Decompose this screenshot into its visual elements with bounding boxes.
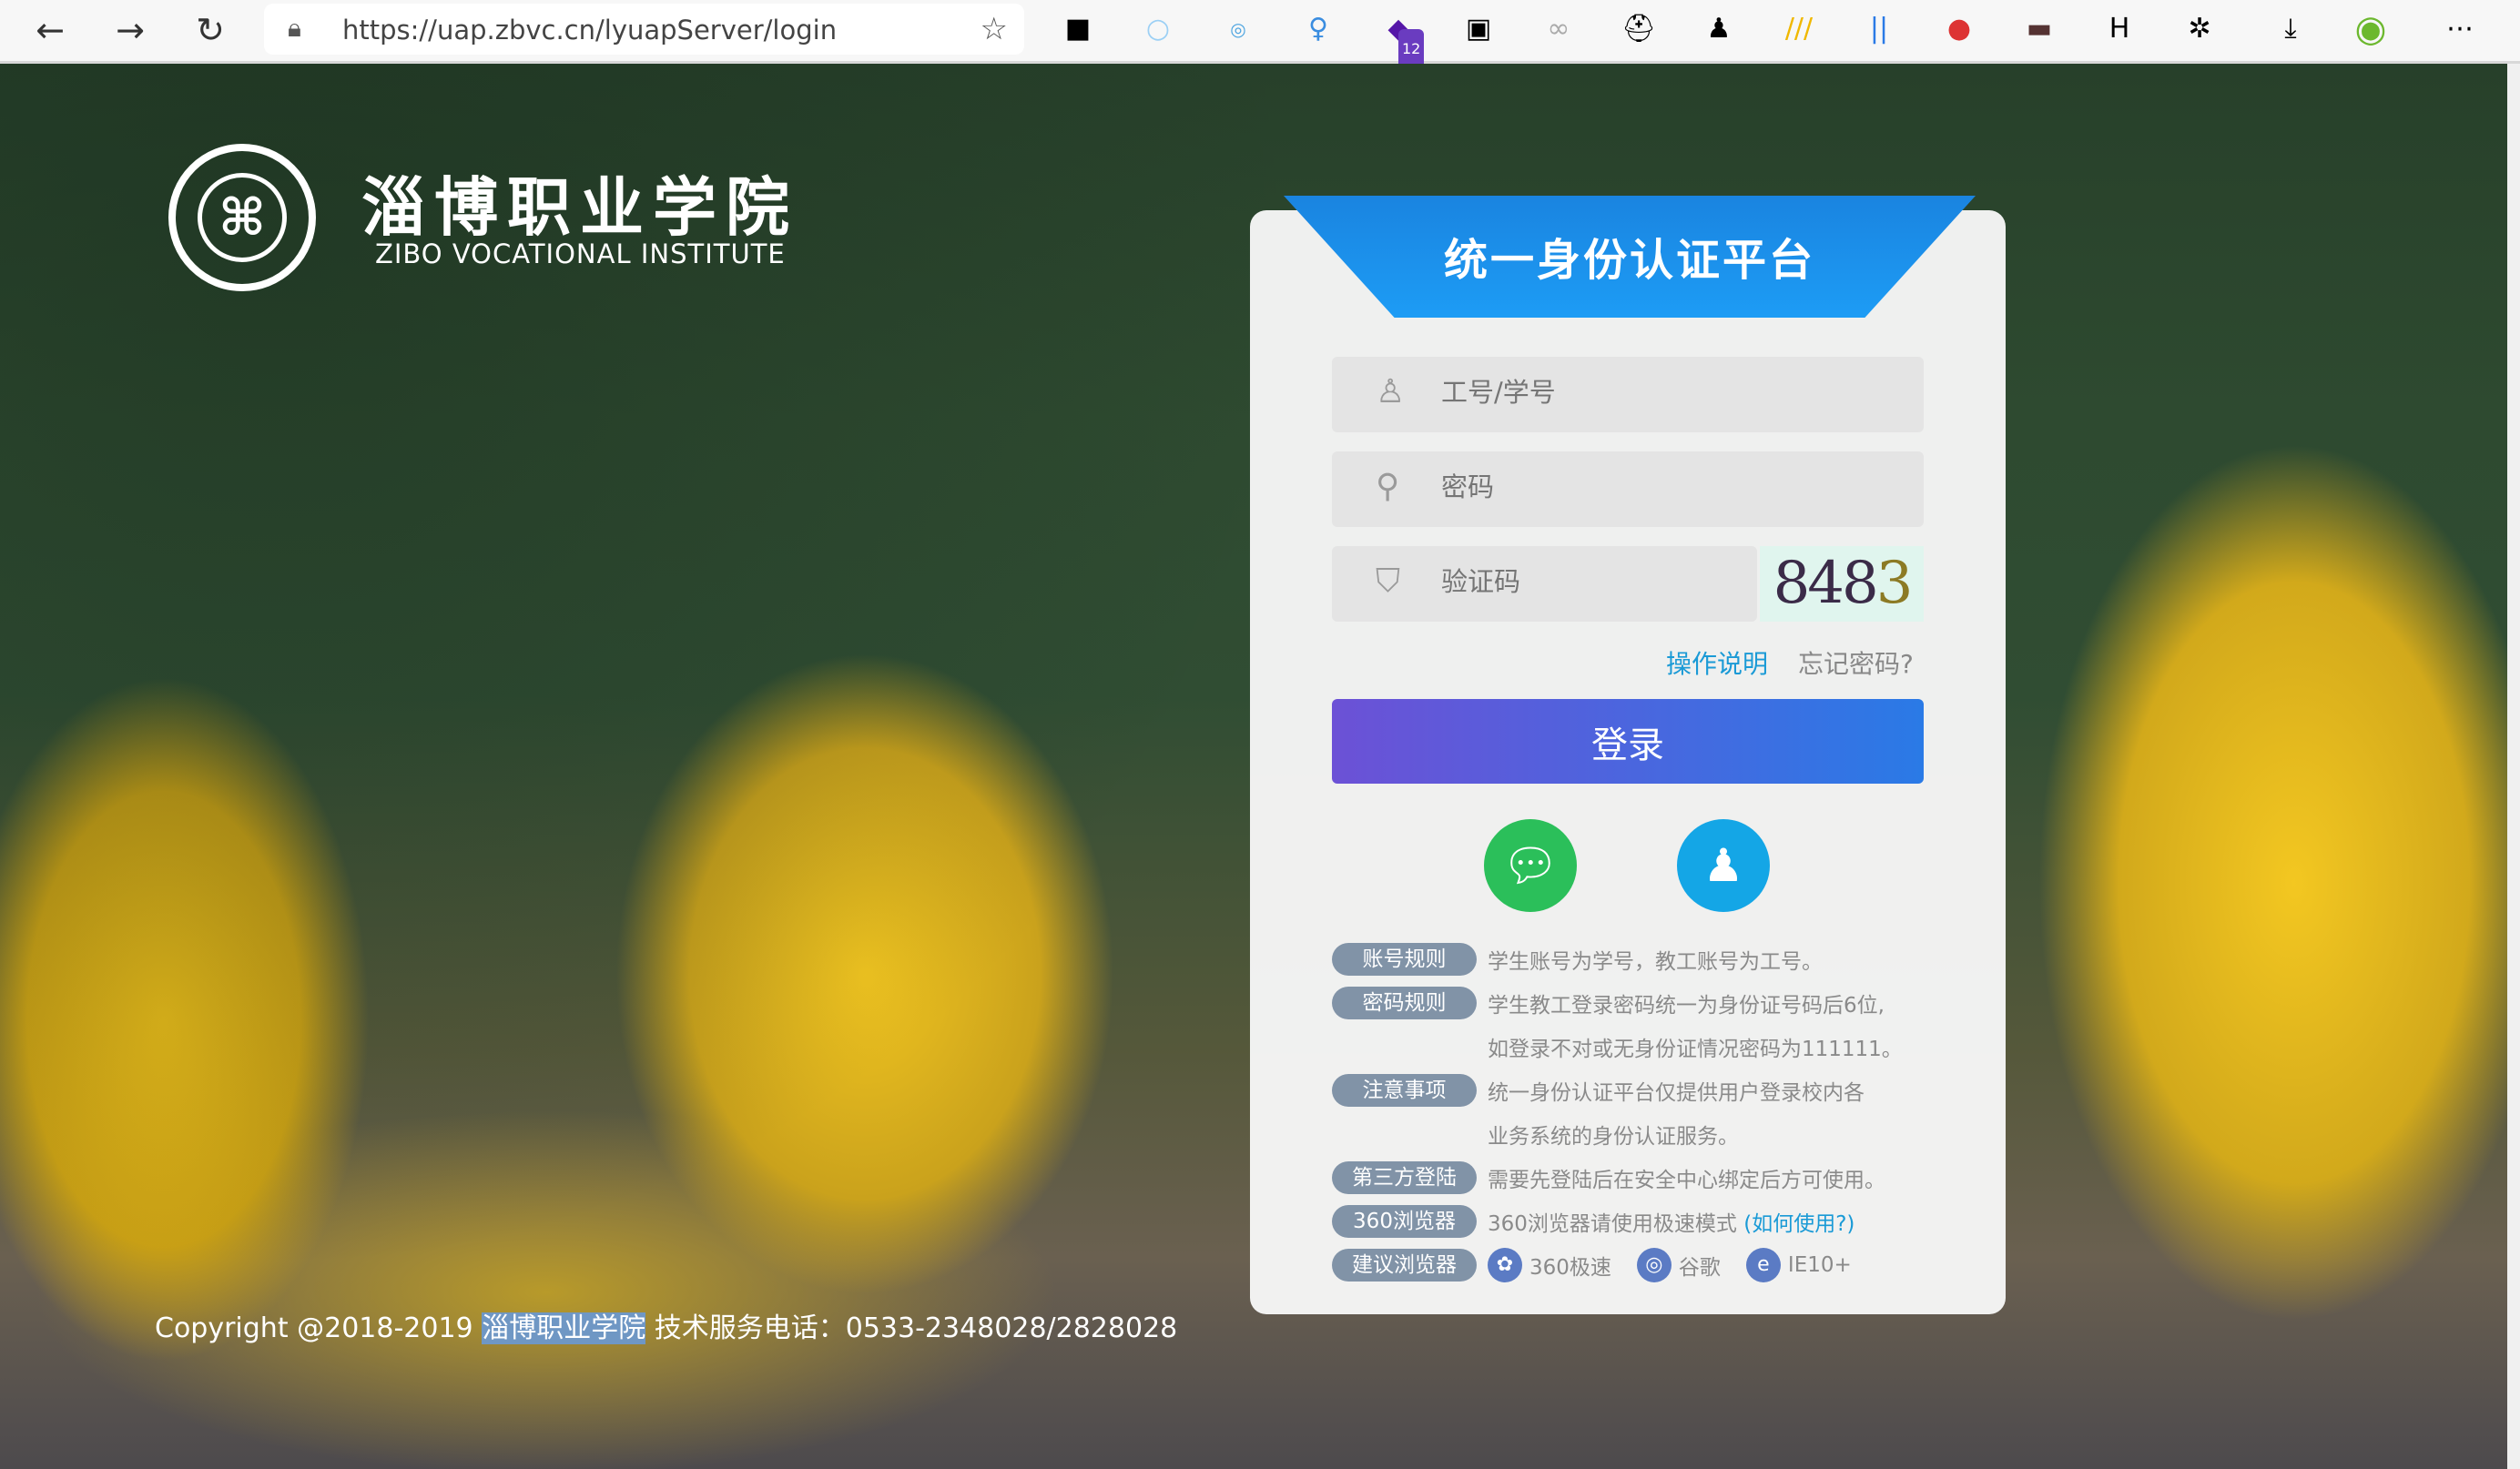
info-text: 需要先登陆后在安全中心绑定后方可使用。 (1488, 1169, 1885, 1192)
info-text: 学生教工登录密码统一为身份证号码后6位, (1488, 994, 1885, 1018)
360-browser-icon: ✿ (1488, 1248, 1522, 1282)
support-phone-text: 技术服务电话：0533-2348028/2828028 (654, 1312, 1178, 1344)
browser-360[interactable]: ✿ 360极速 (1488, 1248, 1611, 1282)
footer-copyright: Copyright @2018-2019 淄博职业学院 技术服务电话：0533-… (155, 1305, 1177, 1345)
browser-label: IE10+ (1787, 1253, 1852, 1277)
browser-chrome[interactable]: ◎ 谷歌 (1636, 1248, 1721, 1282)
browser-label: 谷歌 (1678, 1256, 1721, 1280)
lock-icon: 🔒︎ (288, 13, 301, 43)
help-link[interactable]: 操作说明 (1666, 644, 1768, 681)
extension-spy-icon[interactable]: ♟ (1699, 9, 1739, 49)
forgot-password-link[interactable]: 忘记密码? (1798, 644, 1914, 681)
info-row: 360浏览器 360浏览器请使用极速模式 (如何使用?) (1332, 1200, 1987, 1243)
extension-h-icon[interactable]: H (2099, 9, 2139, 49)
info-row: 密码规则 学生教工登录密码统一为身份证号码后6位, (1332, 981, 1987, 1025)
info-tag: 账号规则 (1332, 943, 1477, 976)
info-row: 注意事项 统一身份认证平台仅提供用户登录校内各 (1332, 1069, 1987, 1112)
extension-mask-icon[interactable]: ▬ (2019, 9, 2059, 49)
info-text: 业务系统的身份认证服务。 (1488, 1125, 1739, 1149)
profile-avatar[interactable]: ◉ (2351, 9, 2391, 49)
extension-cookie-icon[interactable]: ● (1939, 9, 1979, 49)
browser-ie[interactable]: e IE10+ (1745, 1248, 1852, 1282)
more-menu-icon[interactable]: ⋯ (2440, 9, 2480, 49)
info-tag: 密码规则 (1332, 987, 1477, 1019)
chrome-icon: ◎ (1636, 1248, 1672, 1282)
browser-list: ✿ 360极速 ◎ 谷歌 e IE10+ (1488, 1248, 1877, 1282)
username-input[interactable] (1441, 377, 1824, 408)
info-tag: 第三方登陆 (1332, 1161, 1477, 1194)
info-row: 账号规则 学生账号为学号，教工账号为工号。 (1332, 937, 1987, 981)
add-favorite-icon[interactable]: ☆ (981, 11, 1008, 47)
qq-login-icon[interactable]: ♟ (1677, 819, 1770, 912)
extension-qr-icon[interactable]: ▣ (1458, 9, 1499, 49)
username-field[interactable]: ♙ (1332, 357, 1924, 432)
extension-pause-icon[interactable]: || (1859, 9, 1899, 49)
info-tag: 建议浏览器 (1332, 1249, 1477, 1282)
captcha-digit-last: 3 (1875, 550, 1914, 617)
info-text: 统一身份认证平台仅提供用户登录校内各 (1488, 1081, 1865, 1105)
url-text[interactable]: https://uap.zbvc.cn/lyuapServer/login (342, 15, 837, 46)
info-text: 学生账号为学号，教工账号为工号。 (1488, 950, 1823, 974)
shield-icon: ⛉ (1376, 562, 1401, 600)
browser-label: 360极速 (1529, 1256, 1611, 1280)
platform-title: 统一身份认证平台 (1443, 235, 1815, 286)
info-tag: 360浏览器 (1332, 1205, 1477, 1238)
extension-purple-icon[interactable]: ◆ 12 (1378, 9, 1425, 69)
info-row: 如登录不对或无身份证情况密码为111111。 (1332, 1025, 1987, 1069)
copyright-text: Copyright @2018-2019 (155, 1312, 473, 1344)
info-list: 账号规则 学生账号为学号，教工账号为工号。 密码规则 学生教工登录密码统一为身份证号… (1332, 937, 1987, 1287)
info-text: 如登录不对或无身份证情况密码为111111。 (1488, 1038, 1903, 1061)
login-button[interactable]: 登录 (1332, 699, 1924, 784)
footer-school-link[interactable]: 淄博职业学院 (482, 1312, 646, 1344)
captcha-input[interactable] (1441, 566, 1732, 597)
extension-pin-icon[interactable]: ♀ (1298, 9, 1338, 49)
info-text-wrap: 360浏览器请使用极速模式 (如何使用?) (1488, 1206, 1854, 1237)
reload-icon[interactable]: ↻ (188, 7, 233, 53)
extension-hat-icon[interactable]: ⛑ (1619, 9, 1659, 49)
info-text: 360浏览器请使用极速模式 (1488, 1212, 1737, 1236)
extension-ring-icon[interactable]: ○ (1138, 9, 1178, 49)
back-icon[interactable]: ← (27, 7, 73, 53)
captcha-image[interactable]: 8483 (1760, 546, 1924, 622)
how-to-use-link[interactable]: (如何使用?) (1743, 1212, 1854, 1236)
downloads-icon[interactable]: ⤓ (2271, 9, 2311, 49)
captcha-field[interactable]: ⛉ (1332, 546, 1757, 622)
extension-icon[interactable]: ■ (1058, 9, 1098, 49)
extension-eye-icon[interactable]: ◎ (1218, 9, 1258, 49)
browser-toolbar: ← → ↻ 🔒︎ https://uap.zbvc.cn/lyuapServer… (0, 0, 2520, 69)
extension-link-icon[interactable]: ∞ (1539, 9, 1579, 49)
info-tag: 注意事项 (1332, 1074, 1477, 1107)
key-icon: ⚲ (1376, 468, 1400, 505)
password-input[interactable] (1441, 471, 1824, 502)
wechat-login-icon[interactable]: 💬︎ (1484, 819, 1577, 912)
ie-icon: e (1745, 1248, 1781, 1282)
address-bar[interactable]: 🔒︎ https://uap.zbvc.cn/lyuapServer/login… (264, 4, 1024, 55)
info-row: 第三方登陆 需要先登陆后在安全中心绑定后方可使用。 (1332, 1156, 1987, 1200)
extension-lines-icon[interactable]: /// (1779, 9, 1819, 49)
school-logo: ⌘ (168, 144, 316, 291)
captcha-digits: 848 (1773, 550, 1879, 617)
info-row: 建议浏览器 ✿ 360极速 ◎ 谷歌 e IE10+ (1332, 1243, 1987, 1287)
user-icon: ♙ (1376, 373, 1406, 410)
info-row: 业务系统的身份认证服务。 (1332, 1112, 1987, 1156)
password-field[interactable]: ⚲ (1332, 451, 1924, 527)
forward-icon[interactable]: → (107, 7, 153, 53)
extensions-puzzle-icon[interactable]: ✲ (2180, 9, 2220, 49)
scrollbar[interactable] (2507, 64, 2520, 1469)
school-name-en: ZIBO VOCATIONAL INSTITUTE (375, 238, 786, 269)
school-name-cn: 淄博职业学院 (361, 169, 798, 245)
